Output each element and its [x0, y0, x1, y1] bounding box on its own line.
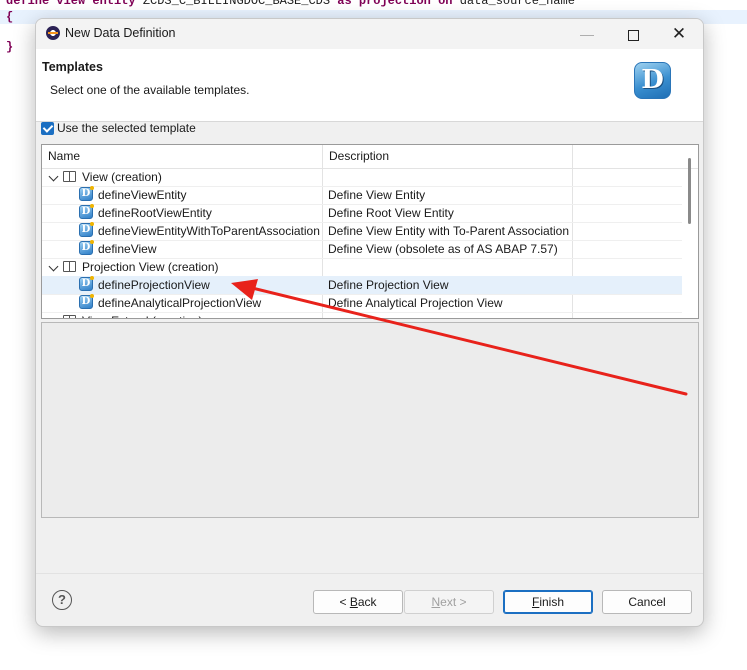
code-identifier: data_source_name — [459, 0, 575, 8]
tree-group-row[interactable]: View Extend (creation) — [42, 312, 682, 318]
code-line-1: define view entity ZCDS_C_BILLINGDOC_BAS… — [6, 0, 575, 8]
code-keyword: define view entity — [6, 0, 136, 8]
template-icon: D — [79, 204, 94, 219]
tree-header: Name Description — [42, 145, 698, 169]
close-button[interactable]: ✕ — [656, 19, 702, 49]
tree-group-row[interactable]: View (creation) — [42, 168, 682, 187]
expand-chevron-icon[interactable] — [48, 315, 59, 318]
vertical-scrollbar[interactable] — [688, 158, 691, 224]
template-icon: D — [79, 222, 94, 237]
book-folder-icon — [63, 171, 76, 182]
template-description: Define Projection View — [328, 278, 449, 292]
template-preview-area — [41, 322, 699, 518]
template-name: defineViewEntity — [98, 188, 187, 202]
finish-label: inish — [539, 595, 565, 609]
logo-letter: D — [641, 65, 664, 95]
template-name: defineProjectionView — [98, 278, 210, 292]
template-name: defineViewEntityWithToParentAssociation — [98, 224, 320, 238]
back-button[interactable]: < Back — [313, 590, 403, 614]
template-icon: D — [79, 276, 94, 291]
back-prefix: < — [339, 595, 350, 609]
template-icon: D — [79, 186, 94, 201]
use-template-checkbox[interactable] — [41, 122, 54, 135]
template-icon: D — [79, 240, 94, 255]
code-keyword: as projection on — [337, 0, 453, 8]
expand-chevron-icon[interactable] — [48, 261, 59, 272]
tree-template-row[interactable]: DdefineViewEntityWithToParentAssociation… — [42, 222, 682, 241]
book-folder-icon — [63, 261, 76, 272]
use-template-label: Use the selected template — [57, 121, 196, 135]
template-name: defineView — [98, 242, 157, 256]
tree-template-row[interactable]: DdefineViewEntity Define View Entity — [42, 186, 682, 205]
wizard-page-description: Select one of the available templates. — [50, 83, 250, 97]
tree-group-label: View (creation) — [82, 170, 162, 184]
code-line-3: } — [6, 40, 14, 54]
tree-group-row[interactable]: Projection View (creation) — [42, 258, 682, 277]
tree-template-row[interactable]: DdefineRootViewEntity Define Root View En… — [42, 204, 682, 223]
new-data-definition-dialog: New Data Definition — ✕ Templates Select… — [35, 18, 704, 627]
dialog-title: New Data Definition — [65, 26, 176, 40]
template-description: Define View Entity — [328, 188, 426, 202]
wizard-page-title: Templates — [42, 60, 103, 74]
template-description: Define View (obsolete as of AS ABAP 7.57… — [328, 242, 558, 256]
maximize-icon — [627, 29, 639, 41]
back-label: ack — [357, 595, 377, 609]
tree-group-label: Projection View (creation) — [82, 260, 219, 274]
column-header-description[interactable]: Description — [329, 149, 389, 163]
tree-template-row[interactable]: DdefineAnalyticalProjectionView Define An… — [42, 294, 682, 313]
code-line-2: { — [6, 10, 14, 24]
book-folder-icon — [63, 315, 76, 318]
wizard-header: Templates Select one of the available te… — [36, 49, 703, 122]
column-header-name[interactable]: Name — [48, 149, 80, 163]
cancel-button[interactable]: Cancel — [602, 590, 692, 614]
eclipse-app-icon — [46, 26, 60, 40]
data-definition-logo-icon: D — [634, 62, 671, 99]
button-bar-divider — [36, 573, 703, 574]
finish-button[interactable]: Finish — [503, 590, 593, 614]
maximize-button[interactable] — [610, 19, 656, 49]
code-identifier: ZCDS_C_BILLINGDOC_BASE_CDS — [142, 0, 331, 8]
template-description: Define Root View Entity — [328, 206, 454, 220]
template-description: Define View Entity with To-Parent Associ… — [328, 224, 570, 238]
tree-template-row[interactable]: DdefineView Define View (obsolete as of A… — [42, 240, 682, 259]
template-name: defineAnalyticalProjectionView — [98, 296, 262, 310]
dialog-titlebar[interactable]: New Data Definition — ✕ — [36, 19, 703, 49]
tree-group-label: View Extend (creation) — [82, 314, 203, 318]
template-icon: D — [79, 294, 94, 309]
next-button[interactable]: Next > — [404, 590, 494, 614]
next-label: ext > — [440, 595, 467, 609]
back-mnemonic: B — [349, 595, 358, 609]
tree-template-row[interactable]: DdefineProjectionView Define Projection V… — [42, 276, 682, 295]
template-description: Define Analytical Projection View — [328, 296, 503, 310]
template-name: defineRootViewEntity — [98, 206, 212, 220]
next-mnemonic: N — [431, 595, 441, 609]
expand-chevron-icon[interactable] — [48, 171, 59, 182]
templates-tree-table[interactable]: Name Description View (creation) DdefineV… — [41, 144, 699, 319]
minimize-button[interactable]: — — [564, 19, 610, 49]
help-icon[interactable]: ? — [52, 590, 72, 610]
